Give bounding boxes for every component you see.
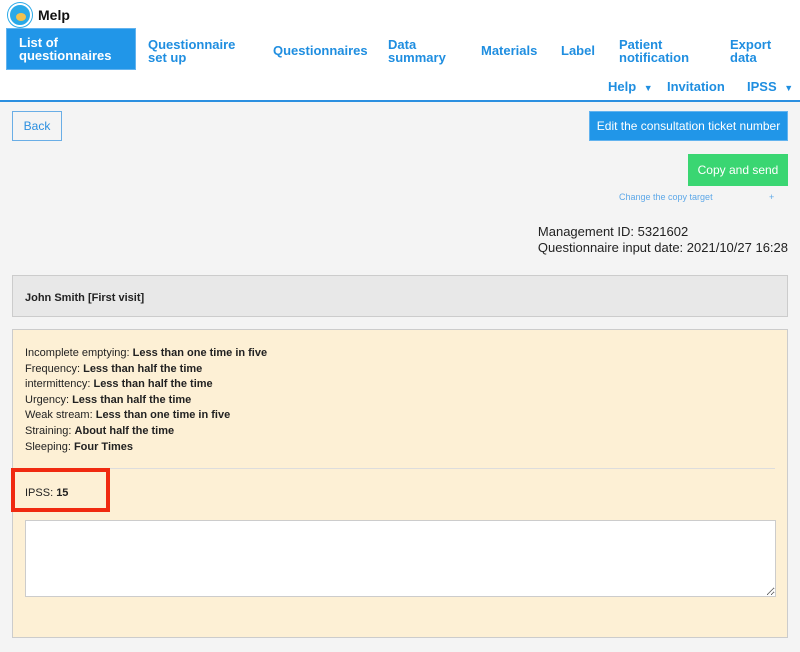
answer-row: intermittency: Less than half the time [25, 378, 213, 391]
caret-down-icon: ▼ [784, 83, 794, 93]
management-id: Management ID: 5321602 [537, 224, 689, 239]
questionnaire-meta: Management ID: 5321602 Questionnaire inp… [538, 224, 788, 256]
answer-row: Incomplete emptying: Less than one time … [25, 347, 268, 359]
ipss-label: IPSS [747, 79, 777, 94]
notes-textarea[interactable] [25, 520, 776, 597]
divider [25, 468, 775, 469]
nav-invitation[interactable]: Invitation [667, 80, 725, 93]
input-date: Questionnaire input date: 2021/10/27 16:… [537, 240, 788, 255]
nav-questionnaire-set-up[interactable]: Questionnaire set up [148, 38, 248, 64]
answer-row: Weak stream: Less than one time in five [25, 409, 231, 422]
nav-questionnaires[interactable]: Questionnaires [273, 44, 368, 57]
help-label: Help [608, 79, 637, 94]
answer-row: Straining: About half the time [25, 424, 175, 437]
answers-card: Incomplete emptying: Less than one time … [12, 329, 788, 638]
nav-help[interactable]: Help ▼ [608, 80, 653, 95]
change-copy-target-link[interactable]: Change the copy target [619, 192, 713, 202]
answer-row: Urgency: Less than half the time [25, 393, 192, 406]
nav-list-of-questionnaires[interactable]: List of questionnaires [6, 28, 136, 70]
nav-export-data[interactable]: Export data [730, 38, 780, 64]
ipss-highlight-box [11, 468, 110, 512]
melp-logo [8, 3, 32, 27]
edit-ticket-button[interactable]: Edit the consultation ticket number [589, 111, 788, 141]
answer-row: Sleeping: Four Times [25, 440, 134, 453]
patient-name: John Smith [First visit] [12, 275, 788, 317]
nav-ipss[interactable]: IPSS ▼ [747, 80, 793, 95]
nav-data-summary[interactable]: Data summary [388, 38, 448, 64]
copy-and-send-button[interactable]: Copy and send [688, 154, 788, 186]
plus-icon[interactable]: + [769, 192, 774, 202]
nav-label[interactable]: Label [561, 44, 595, 57]
app-title: Melp [38, 7, 70, 23]
nav-materials[interactable]: Materials [481, 44, 537, 57]
nav-patient-notification[interactable]: Patient notification [619, 38, 699, 64]
back-button[interactable]: Back [12, 111, 62, 141]
answer-row: Frequency: Less than half the time [25, 362, 203, 375]
header: Melp List of questionnaires Questionnair… [0, 0, 800, 102]
caret-down-icon: ▼ [643, 83, 653, 93]
